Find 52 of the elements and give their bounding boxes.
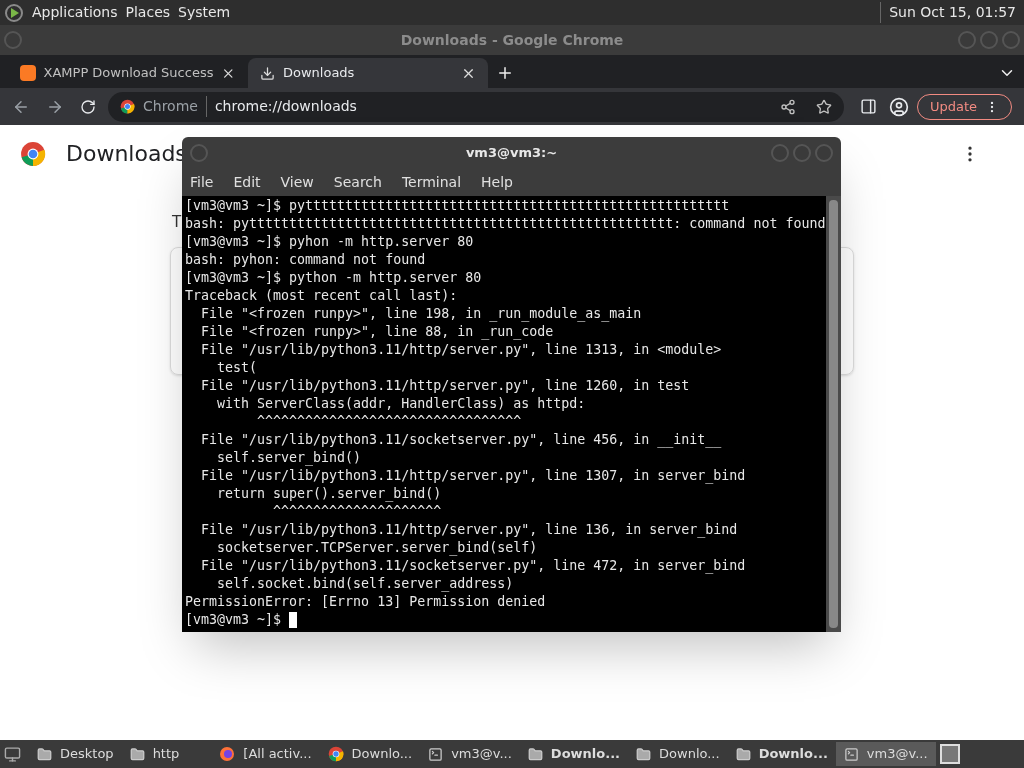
terminal-line: Traceback (most recent call last): — [185, 287, 458, 305]
terminal-line: self.server_bind() — [216, 449, 362, 467]
terminal-line: return super().server_bind() — [216, 485, 442, 503]
terminal-line: File "/usr/lib/python3.11/socketserver.py", line 472, in server_bind — [200, 557, 746, 575]
menu-item[interactable]: Help — [481, 171, 513, 193]
terminal-line: [vm3@vm3 ~]$ pyhon -m http.server 80 — [185, 233, 474, 251]
url-text: chrome://downloads — [214, 97, 357, 116]
terminal-line: PermissionError: [Errno 13] Permission denied — [185, 593, 546, 611]
terminal-line: socketserver.TCPServer.server_bind(self) — [216, 539, 538, 557]
menu-item[interactable]: File — [190, 171, 214, 193]
panel-menu[interactable]: System — [178, 2, 231, 23]
taskbar-item[interactable]: vm3@v... — [420, 742, 520, 766]
terminal-line: [vm3@vm3 ~]$ python -m http.server 80 — [185, 269, 482, 287]
taskbar-item[interactable]: vm3@v... — [835, 742, 936, 766]
clock: Sun Oct 15, 01:57 — [880, 2, 1020, 23]
terminal-line: File "/usr/lib/python3.11/socketserver.py", line 456, in __init__ — [200, 431, 722, 449]
terminal-line: bash: pyttttttttttttttttttttttttttttttttttttttttttttttttttttt: command not found — [185, 215, 826, 233]
taskbar-item[interactable]: http — [121, 742, 188, 766]
taskbar-item[interactable]: Downlo... — [319, 742, 421, 766]
taskbar-item[interactable]: [All activ... — [211, 742, 320, 766]
terminal-line: self.socket.bind(self.server_address) — [216, 575, 514, 593]
terminal-line: bash: pyhon: command not found — [185, 251, 426, 269]
menu-item[interactable]: View — [280, 171, 314, 193]
terminal-line: File "<frozen runpy>", line 198, in _run_module_as_main — [200, 305, 642, 323]
taskbar-item[interactable]: Downlo... — [727, 742, 836, 766]
panel-menu[interactable]: Applications — [32, 2, 118, 23]
browser-tab[interactable]: Downloads — [248, 58, 488, 88]
menu-item[interactable]: Terminal — [401, 171, 462, 193]
site-chip: Chrome — [143, 96, 207, 117]
taskbar-item[interactable]: Desktop — [29, 742, 122, 766]
terminal-line: test( — [216, 359, 258, 377]
terminal-line: File "/usr/lib/python3.11/http/server.py", line 136, in server_bind — [200, 521, 738, 539]
terminal-line: ^^^^^^^^^^^^^^^^^^^^^ — [272, 503, 442, 521]
taskbar-item[interactable]: Downlo... — [628, 742, 728, 766]
terminal-line: ^^^^^^^^^^^^^^^^^^^^^^^^^^^^^^^^^ — [256, 413, 522, 431]
page-text: T — [172, 212, 182, 233]
page-heading: Downloads — [66, 140, 187, 168]
terminal-line: File "/usr/lib/python3.11/http/server.py", line 1260, in test — [200, 377, 690, 395]
terminal-prompt: [vm3@vm3 ~]$ — [185, 611, 282, 629]
terminal-line: with ServerClass(addr, HandlerClass) as httpd: — [216, 395, 586, 413]
panel-menu[interactable]: Places — [125, 2, 171, 23]
terminal-line: File "/usr/lib/python3.11/http/server.py", line 1313, in <module> — [200, 341, 722, 359]
browser-tab[interactable]: XAMPP Download Success — [8, 58, 248, 88]
menu-item[interactable]: Search — [333, 171, 382, 193]
terminal-line: File "<frozen runpy>", line 88, in _run_code — [200, 323, 554, 341]
taskbar-item[interactable]: Downlo... — [519, 742, 629, 766]
terminal-line: File "/usr/lib/python3.11/http/server.py", line 1307, in server_bind — [200, 467, 746, 485]
window-title: Downloads - Google Chrome — [400, 30, 624, 50]
terminal-line: [vm3@vm3 ~]$ pyttttttttttttttttttttttttttttttttttttttttttttttttttttt — [185, 197, 730, 215]
menu-item[interactable]: Edit — [233, 171, 261, 193]
window-title: vm3@vm3:~ — [465, 143, 558, 162]
address-bar[interactable]: Chrome chrome://downloads — [108, 91, 844, 122]
